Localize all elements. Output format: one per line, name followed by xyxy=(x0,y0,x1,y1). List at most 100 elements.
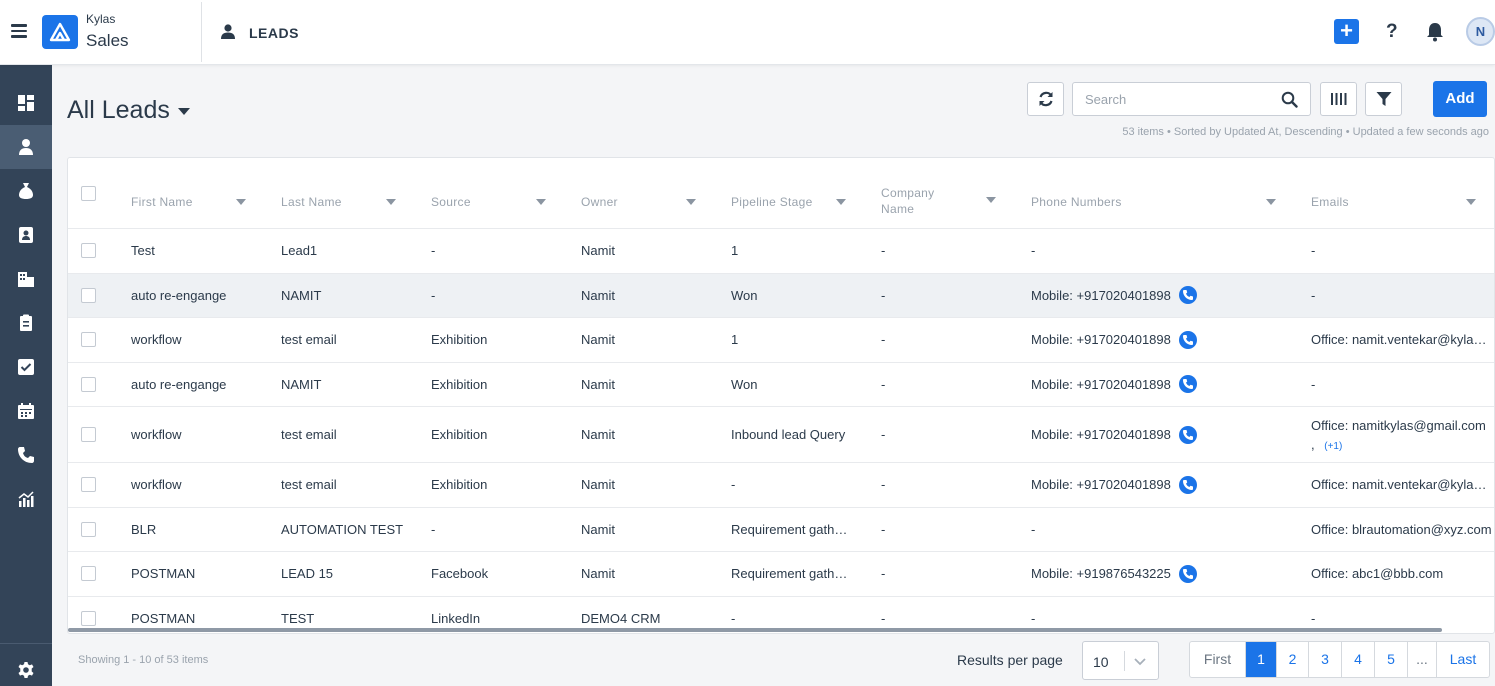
search-icon[interactable] xyxy=(1281,91,1298,113)
columns-button[interactable] xyxy=(1320,82,1357,116)
row-checkbox[interactable] xyxy=(81,287,96,303)
sidebar-item-tasks[interactable] xyxy=(0,345,52,389)
bell-icon[interactable] xyxy=(1426,22,1444,47)
chevron-down-icon[interactable] xyxy=(686,199,696,205)
cell-email[interactable]: Office: namit.ventekar@kylas.io xyxy=(1311,332,1493,347)
add-lead-button[interactable]: Add xyxy=(1433,81,1487,117)
cell-company-name-text: - xyxy=(881,332,886,348)
page-first[interactable]: First xyxy=(1190,642,1245,677)
column-header-source[interactable]: Source xyxy=(431,194,471,210)
table-row[interactable]: workflow test email Exhibition Namit 1 - Mobil… xyxy=(68,318,1494,363)
refresh-button[interactable] xyxy=(1027,82,1064,116)
cell-email[interactable]: Office: namitkylas@gmail.com, (+1) xyxy=(1311,416,1493,456)
cell-phone-text: - xyxy=(1031,521,1036,537)
chevron-down-icon[interactable] xyxy=(536,199,546,205)
cell-phone[interactable]: Mobile: +917020401898 xyxy=(1031,286,1301,306)
row-checkbox[interactable] xyxy=(81,376,96,392)
cell-email[interactable]: Office: abc1@bbb.com xyxy=(1311,566,1493,581)
row-checkbox[interactable] xyxy=(81,566,96,582)
chevron-down-icon[interactable] xyxy=(1266,199,1276,205)
sidebar-item-calendar[interactable] xyxy=(0,389,52,433)
horizontal-scrollbar[interactable] xyxy=(68,628,1442,632)
row-checkbox[interactable] xyxy=(81,610,96,626)
cell-pipeline-stage-text: Inbound lead Query xyxy=(731,427,846,442)
row-checkbox[interactable] xyxy=(81,477,96,493)
chevron-down-icon[interactable] xyxy=(986,197,996,203)
table-row[interactable]: POSTMAN LEAD 15 Facebook Namit Requirement g… xyxy=(68,552,1494,597)
sidebar-item-companies[interactable] xyxy=(0,257,52,301)
table-row[interactable]: Test Lead1 - Namit 1 - - - xyxy=(68,229,1494,274)
chevron-down-icon[interactable] xyxy=(236,199,246,205)
column-header-phone-numbers[interactable]: Phone Numbers xyxy=(1031,194,1122,210)
cell-company-name-text: - xyxy=(881,427,886,442)
cell-phone[interactable]: Mobile: +919876543225 xyxy=(1031,564,1301,584)
sidebar-item-deals[interactable] xyxy=(0,169,52,213)
cell-company-name-text: - xyxy=(881,521,886,537)
table-row[interactable]: BLR AUTOMATION TEST - Namit Requirement gath… xyxy=(68,508,1494,552)
cell-email[interactable]: Office: namit.ventekar@kylas.io xyxy=(1311,477,1493,492)
table-row[interactable]: workflow test email Exhibition Namit Inbound… xyxy=(68,407,1494,463)
row-checkbox[interactable] xyxy=(81,243,96,259)
sidebar-item-reports[interactable] xyxy=(0,477,52,521)
email-value[interactable]: Office: namitkylas@gmail.com xyxy=(1311,418,1486,433)
view-selector[interactable]: All Leads xyxy=(67,96,190,125)
phone-icon[interactable] xyxy=(1178,475,1197,494)
cell-phone[interactable]: Mobile: +917020401898 xyxy=(1031,475,1301,495)
kylas-logo[interactable] xyxy=(42,15,78,49)
phone-icon[interactable] xyxy=(1178,564,1197,583)
table-row[interactable]: workflow test email Exhibition Namit - - Mobil… xyxy=(68,463,1494,508)
sidebar-item-contacts[interactable] xyxy=(0,213,52,257)
phone-icon[interactable] xyxy=(1178,286,1197,305)
search-input[interactable] xyxy=(1085,92,1275,107)
chevron-down-icon xyxy=(177,107,190,115)
sidebar-item-settings[interactable] xyxy=(0,648,52,686)
table-row[interactable]: auto re-engange NAMIT Exhibition Namit Won - M… xyxy=(68,363,1494,407)
cell-last-name: Lead1 xyxy=(281,243,421,258)
leads-icon xyxy=(19,139,33,155)
question-icon[interactable]: ? xyxy=(1386,21,1398,43)
chevron-down-icon[interactable] xyxy=(386,199,396,205)
phone-icon[interactable] xyxy=(1178,375,1197,394)
row-checkbox[interactable] xyxy=(81,427,96,442)
quick-add-button[interactable]: + xyxy=(1334,19,1359,44)
filter-button[interactable] xyxy=(1365,82,1402,116)
cell-pipeline-stage-text: Requirement gathering xyxy=(731,566,853,582)
cell-email[interactable]: Office: blrautomation@xyz.com xyxy=(1311,522,1493,537)
page-4[interactable]: 4 xyxy=(1341,642,1374,677)
user-avatar[interactable]: N xyxy=(1466,17,1495,46)
page-last[interactable]: Last xyxy=(1436,642,1489,677)
sidebar-item-leads[interactable] xyxy=(0,125,52,169)
chevron-down-icon[interactable] xyxy=(836,199,846,205)
phone-icon[interactable] xyxy=(1178,425,1197,444)
select-all-checkbox[interactable] xyxy=(81,186,96,201)
page-3[interactable]: 3 xyxy=(1308,642,1341,677)
page-2[interactable]: 2 xyxy=(1276,642,1308,677)
column-header-emails[interactable]: Emails xyxy=(1311,194,1349,210)
pagination: First 1 2 3 4 5 ... Last xyxy=(1189,641,1490,678)
row-checkbox[interactable] xyxy=(81,521,96,537)
chevron-down-icon[interactable] xyxy=(1466,199,1476,205)
page-5[interactable]: 5 xyxy=(1374,642,1407,677)
leads-table: First Name Last Name Source Owner Pipeli… xyxy=(67,157,1495,634)
column-header-pipeline-stage[interactable]: Pipeline Stage xyxy=(731,194,813,210)
hamburger-icon[interactable] xyxy=(11,24,27,38)
sidebar-item-dashboard[interactable] xyxy=(0,81,52,125)
cell-phone-text: Mobile: +917020401898 xyxy=(1031,287,1171,303)
phone-icon[interactable] xyxy=(1178,330,1197,349)
column-header-first-name[interactable]: First Name xyxy=(131,194,193,210)
table-row[interactable]: auto re-engange NAMIT - Namit Won - Mobile: +9… xyxy=(68,273,1494,318)
row-checkbox[interactable] xyxy=(81,332,96,348)
page-size-select[interactable]: 10 xyxy=(1082,641,1159,680)
column-header-company-name[interactable]: Company Name xyxy=(881,185,971,217)
sidebar-item-clipboard[interactable] xyxy=(0,301,52,345)
page-1[interactable]: 1 xyxy=(1245,642,1276,677)
more-emails-link[interactable]: (+1) xyxy=(1324,441,1342,452)
cell-first-name-text: workflow xyxy=(131,477,182,493)
cell-phone[interactable]: Mobile: +917020401898 xyxy=(1031,425,1301,445)
column-header-owner[interactable]: Owner xyxy=(581,194,618,210)
cell-phone[interactable]: Mobile: +917020401898 xyxy=(1031,330,1301,350)
cell-phone[interactable]: Mobile: +917020401898 xyxy=(1031,375,1301,395)
reports-icon xyxy=(18,491,34,507)
sidebar-item-calls[interactable] xyxy=(0,433,52,477)
column-header-last-name[interactable]: Last Name xyxy=(281,194,342,210)
